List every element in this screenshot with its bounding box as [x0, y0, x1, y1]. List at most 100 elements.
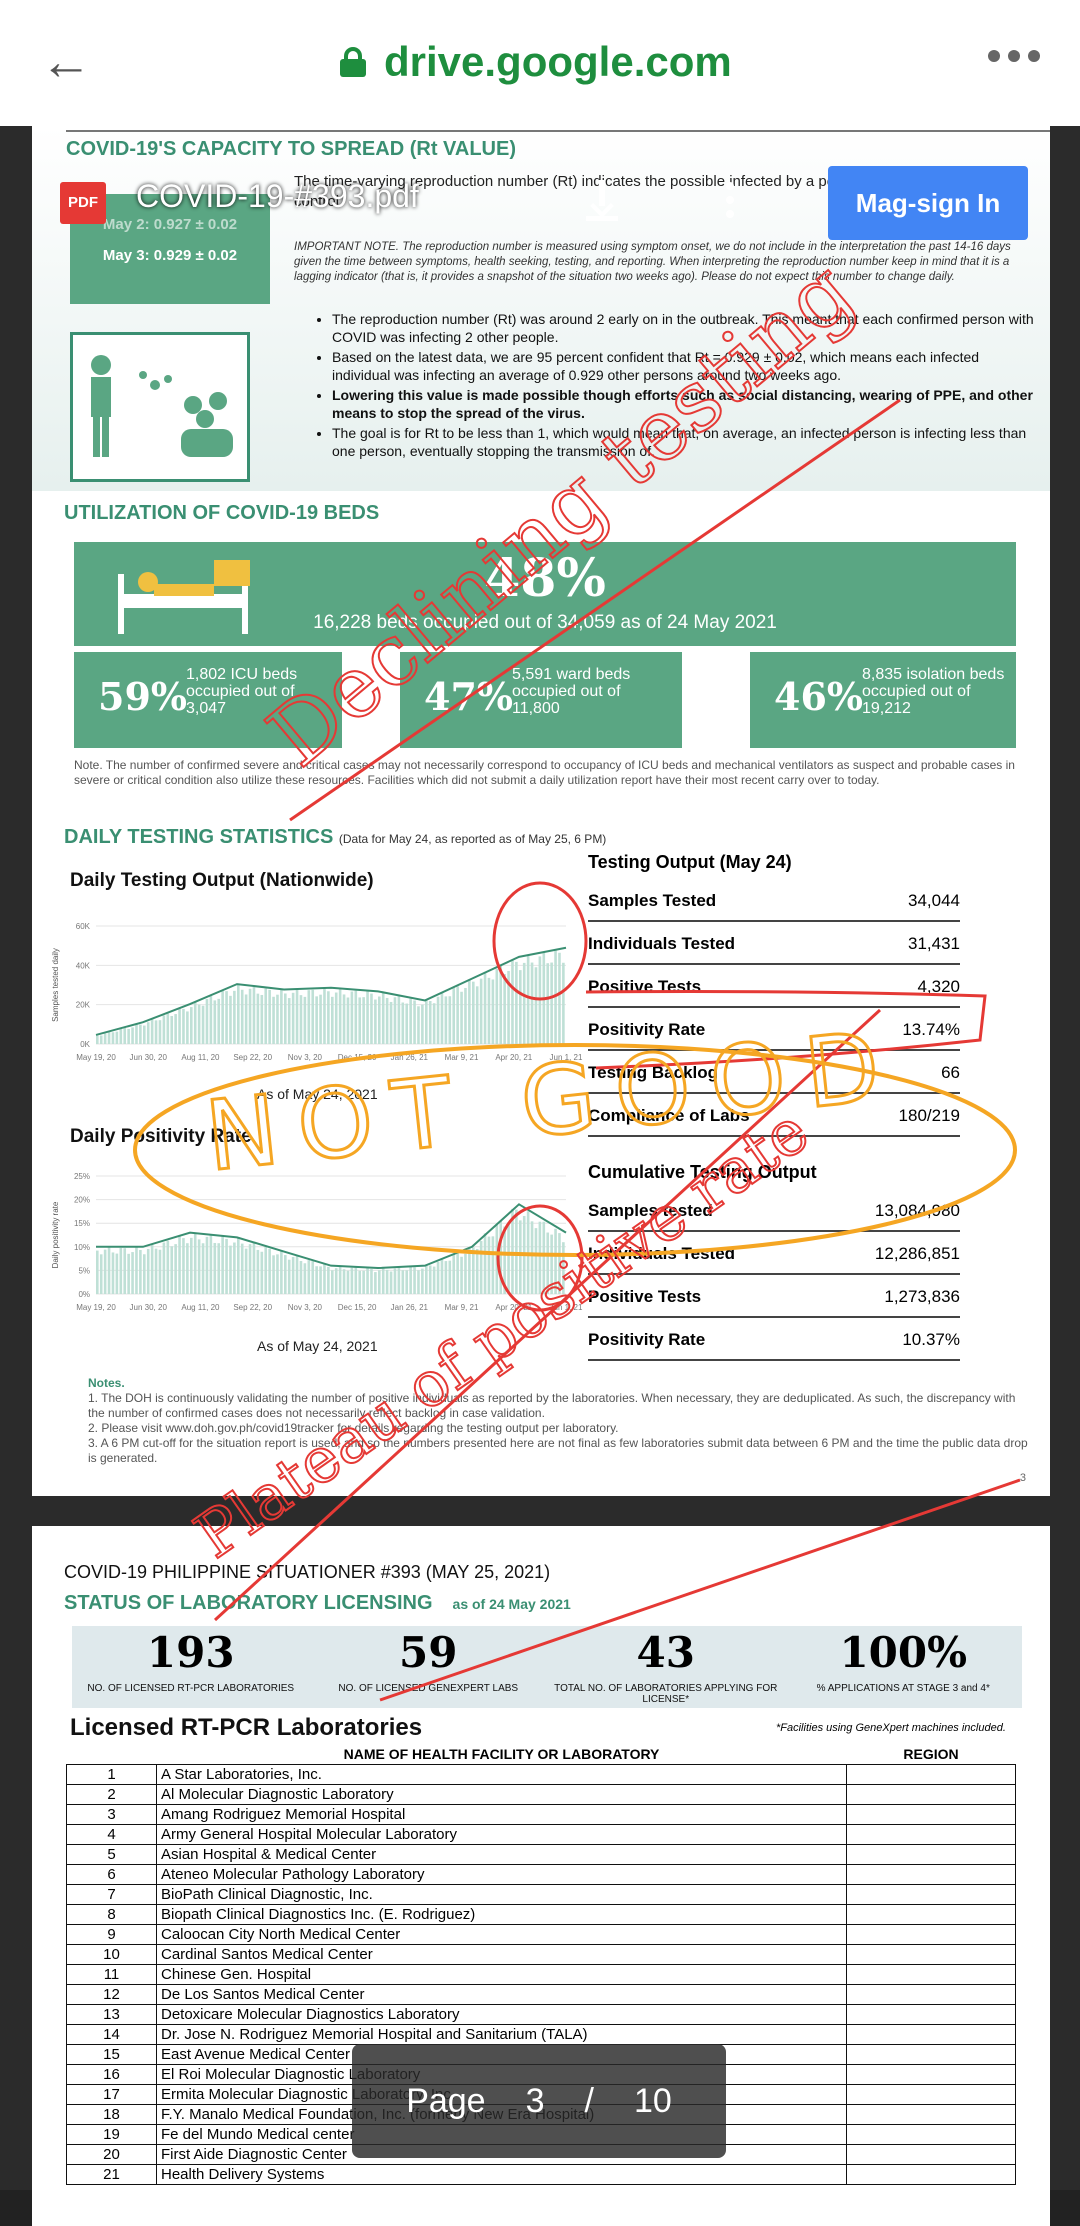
- chart-bar: [166, 1013, 170, 1044]
- chart-bar: [515, 1209, 518, 1294]
- stat-label: NO. OF LICENSED GENEXPERT LABS: [338, 1683, 519, 1694]
- chart-bar: [475, 1248, 479, 1294]
- lab-region: [846, 1883, 1016, 1905]
- x-tick-label: Jan 26, 21: [391, 1053, 429, 1062]
- table-row: 1A Star Laboratories, Inc.: [66, 1763, 1016, 1785]
- chart-bar: [534, 1228, 538, 1294]
- daily-testing-value: 66: [941, 1063, 960, 1082]
- x-tick-label: Nov 3, 20: [288, 1053, 323, 1062]
- x-tick-label: Aug 11, 20: [181, 1303, 220, 1312]
- y-tick-label: 40K: [76, 961, 91, 970]
- cumulative-testing-row: Samples tested 13,084,980: [588, 1189, 960, 1232]
- chart-bar: [385, 1269, 389, 1294]
- note-item: 1. The DOH is continuously validating th…: [88, 1391, 1016, 1420]
- isolation-beds-card: 46% 8,835 isolation beds occupied out of…: [750, 652, 1016, 748]
- pdf-file-name: COVID-19-#393.pdf: [136, 178, 419, 214]
- lab-name: BioPath Clinical Diagnostic, Inc.: [156, 1883, 847, 1905]
- back-arrow-icon[interactable]: ←: [40, 36, 92, 88]
- chart-bar: [381, 1267, 385, 1294]
- cumulative-testing-row: Positive Tests 1,273,836: [588, 1275, 960, 1318]
- chart-bar: [201, 1243, 205, 1294]
- beds-overall-card: 48% 16,228 beds occupied out of 34,059 a…: [74, 542, 1016, 646]
- download-icon[interactable]: [584, 180, 620, 222]
- lab-region: [846, 1863, 1016, 1885]
- y-axis-label: Samples tested daily: [51, 948, 60, 1022]
- sign-in-button[interactable]: Mag-sign In: [828, 166, 1028, 240]
- chart-bar: [135, 1246, 138, 1294]
- chart-bar: [170, 1016, 174, 1044]
- chart-bar: [354, 1267, 358, 1294]
- chart-bar: [315, 1266, 318, 1294]
- x-tick-label: Apr 20, 21: [495, 1053, 532, 1062]
- chart-bar: [538, 956, 542, 1044]
- x-tick-label: Apr 20, 21: [495, 1303, 532, 1312]
- chart-bar: [554, 1228, 557, 1294]
- chart-bar: [158, 1249, 162, 1294]
- icu-text: 1,802 ICU beds occupied out of 3,047: [186, 666, 298, 717]
- chart-bar: [256, 1249, 260, 1294]
- daily-testing-value: 31,431: [908, 934, 960, 953]
- lab-name: Dr. Jose N. Rodriguez Memorial Hospital …: [156, 2023, 847, 2045]
- chart-bar: [280, 989, 283, 1044]
- testing-output-chart: Samples tested daily 0K 20K 40K 60K May 19, 2…: [51, 922, 583, 1062]
- chart-bar: [295, 989, 299, 1044]
- browser-toolbar: ← drive.google.com: [0, 0, 1080, 126]
- chart-bar: [150, 1019, 154, 1044]
- lab-number: 8: [66, 1903, 157, 1925]
- beds-overall-pct: 48%: [484, 548, 606, 609]
- pdf-viewer[interactable]: COVID-19'S CAPACITY TO SPREAD (Rt VALUE)…: [0, 126, 1080, 2226]
- beds-overall-text: 16,228 beds occupied out of 34,059 as of…: [313, 612, 777, 633]
- chart-bar: [240, 1243, 244, 1294]
- chart-bar: [432, 1266, 436, 1294]
- address-bar[interactable]: drive.google.com: [340, 38, 732, 86]
- isolation-text: 8,835 isolation beds occupied out of 19,…: [862, 666, 1005, 717]
- chart-bar: [311, 1261, 315, 1294]
- chart-bar: [287, 998, 291, 1044]
- more-options-icon[interactable]: [988, 50, 1040, 62]
- chart-bar: [193, 1002, 197, 1044]
- cumulative-testing-value: 13,084,980: [874, 1201, 960, 1220]
- table-row: 5 Asian Hospital & Medical Center: [66, 1843, 1016, 1865]
- daily-testing-value: 180/219: [898, 1106, 960, 1125]
- chart-bar: [166, 1240, 170, 1294]
- testing-title-text: DAILY TESTING STATISTICS: [64, 826, 334, 848]
- chart-bar: [174, 1244, 177, 1294]
- chart-bar: [256, 993, 260, 1044]
- chart-bar: [507, 970, 510, 1044]
- chart-bar: [444, 1261, 448, 1294]
- table-row: 3 Amang Rodriguez Memorial Hospital: [66, 1803, 1016, 1825]
- chart-bar: [334, 1268, 338, 1294]
- lock-icon: [340, 47, 366, 77]
- chart-bar: [495, 1224, 499, 1294]
- chart-bar: [268, 1248, 271, 1294]
- utilization-title: UTILIZATION OF COVID-19 BEDS: [64, 502, 380, 524]
- chart-bar: [425, 1264, 428, 1294]
- lab-region: [846, 2043, 1016, 2065]
- table-row: 12 De Los Santos Medical Center: [66, 1983, 1016, 2005]
- stat-label: TOTAL NO. OF LABORATORIES APPLYING FOR L…: [554, 1683, 778, 1705]
- chart-bar: [362, 997, 365, 1044]
- cumulative-testing-label: Positive Tests: [588, 1287, 702, 1306]
- lab-region: [846, 1963, 1016, 1985]
- lab-name: Army General Hospital Molecular Laborato…: [156, 1823, 847, 1845]
- x-tick-label: Jan 26, 21: [391, 1303, 429, 1312]
- chart-bar: [139, 1024, 142, 1044]
- chart-bar: [389, 1271, 393, 1294]
- lab-region: [846, 2063, 1016, 2085]
- pdf-more-icon[interactable]: [726, 182, 734, 218]
- table-row: 21 Health Delivery Systems: [66, 2163, 1016, 2185]
- chart-bar: [448, 1260, 452, 1294]
- y-tick-label: 15%: [74, 1219, 90, 1228]
- chart-bar: [401, 1002, 405, 1044]
- chart-bar: [546, 963, 550, 1044]
- table-row: 10 Cardinal Santos Medical Center: [66, 1943, 1016, 1965]
- chart-bar: [526, 1211, 530, 1294]
- chart-bar: [491, 979, 495, 1044]
- chart-bar: [440, 992, 444, 1044]
- chart-bar: [495, 968, 499, 1044]
- y-tick-label: 20K: [76, 1001, 91, 1010]
- stat-number: 100%: [839, 1628, 968, 1677]
- chart-bar: [319, 1266, 322, 1294]
- daily-testing-value: 13.74%: [902, 1020, 960, 1039]
- icu-pct: 59%: [98, 674, 187, 719]
